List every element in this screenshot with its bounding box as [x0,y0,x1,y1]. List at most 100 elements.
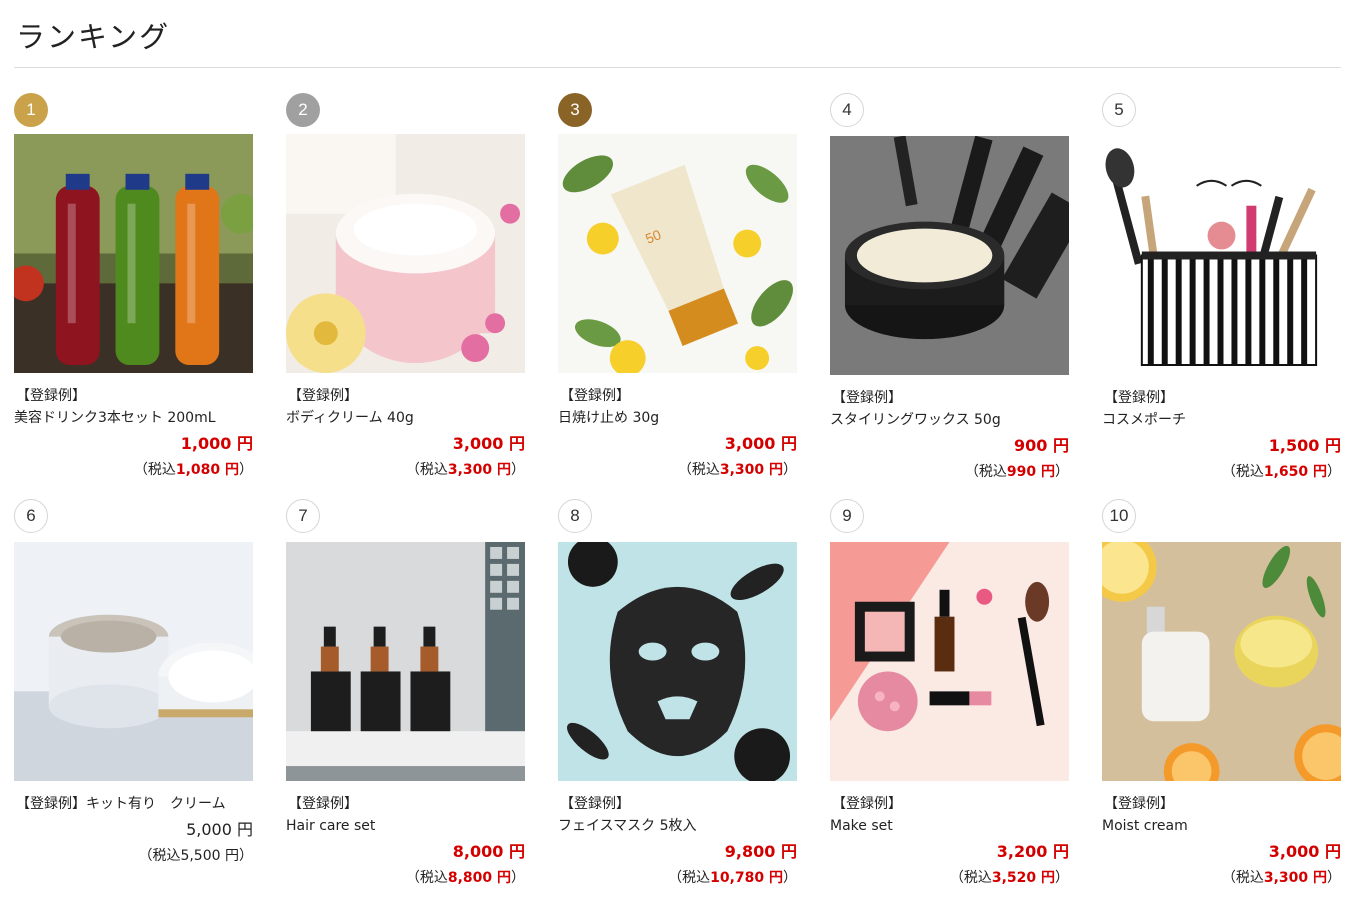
sunscreen-tube-image[interactable]: 50 [558,134,797,373]
tax-price-value: 3,520 [991,870,1037,886]
product-price: 9,800 円 [558,839,797,865]
price-value: 5,000 [186,820,232,839]
yen-unit: 円 [769,870,783,886]
registration-tag: 【登録例】 [560,796,630,812]
product-name[interactable]: スタイリングワックス 50g [830,409,1069,431]
product-name[interactable]: Moist cream [1102,815,1341,837]
tax-close: ） [239,848,253,864]
tax-open: （税込 [668,870,711,886]
tax-open: （税込 [964,464,1007,480]
tax-price-value: 1,080 [175,462,221,478]
price-value: 1,000 [180,434,232,453]
yen-unit: 円 [225,848,239,864]
tax-price-value: 3,300 [447,462,493,478]
registration-tag: 【登録例】 [832,390,902,406]
tax-close: ） [239,462,253,478]
yen-unit: 円 [1041,870,1055,886]
product-name[interactable]: ボディクリーム 40g [286,407,525,429]
price-value: 9,800 [724,842,776,861]
styling-wax-image[interactable] [830,136,1069,375]
tax-open: （税込 [405,462,448,478]
price-value: 3,200 [996,842,1048,861]
product-name[interactable]: Make set [830,815,1069,837]
yen-unit: 円 [1313,870,1327,886]
tax-included-price: （税込3,300 円） [286,457,525,483]
product-price: 8,000 円 [286,839,525,865]
body-cream-jar-image[interactable] [286,134,525,373]
cream-jars-image[interactable] [14,542,253,781]
product-name[interactable]: 美容ドリンク3本セット 200mL [14,407,253,429]
hair-care-bottles-image[interactable] [286,542,525,781]
yen-unit: 円 [1324,842,1341,861]
makeup-set-image[interactable] [830,542,1069,781]
tax-open: （税込 [1221,464,1264,480]
yen-unit: 円 [508,842,525,861]
rank-badge: 6 [14,499,48,533]
tax-close: ） [783,462,797,478]
product-price: 900 円 [830,433,1069,459]
tax-included-price: （税込5,500 円） [14,843,253,869]
yen-unit: 円 [497,870,511,886]
price-value: 900 [1014,436,1048,455]
rank-badge: 4 [830,93,864,127]
product-name[interactable]: 日焼け止め 30g [558,407,797,429]
tax-included-price: （税込3,300 円） [558,457,797,483]
tax-close: ） [1055,870,1069,886]
yen-unit: 円 [780,434,797,453]
tax-included-price: （税込1,650 円） [1102,459,1341,485]
face-mask-image[interactable] [558,542,797,781]
juice-bottles-image[interactable] [14,134,253,373]
tax-included-price: （税込990 円） [830,459,1069,485]
moist-cream-bottle-image[interactable] [1102,542,1341,781]
product-name[interactable]: フェイスマスク 5枚入 [558,815,797,837]
tax-close: ） [1055,464,1069,480]
product-price: 3,000 円 [558,431,797,457]
yen-unit: 円 [1041,464,1055,480]
product-price: 1,000 円 [14,431,253,457]
yen-unit: 円 [769,462,783,478]
title-divider [14,67,1341,68]
tax-price-value: 1,650 [1263,464,1309,480]
price-value: 8,000 [452,842,504,861]
registration-tag: 【登録例】 [288,388,358,404]
cosmetic-pouch-image[interactable] [1102,136,1341,375]
rank-badge: 10 [1102,499,1136,533]
price-value: 1,500 [1268,436,1320,455]
yen-unit: 円 [508,434,525,453]
yen-unit: 円 [497,462,511,478]
product-price: 3,200 円 [830,839,1069,865]
yen-unit: 円 [1313,464,1327,480]
tax-price-value: 3,300 [719,462,765,478]
page-title: ランキング [16,20,171,54]
rank-badge: 2 [286,93,320,127]
product-price: 3,000 円 [286,431,525,457]
tax-close: ） [511,462,525,478]
product-name: 【登録例】キット有り クリーム [16,796,226,812]
tax-included-price: （税込1,080 円） [14,457,253,483]
tax-open: （税込 [677,462,720,478]
tax-price-value: 8,800 [447,870,493,886]
registration-tag: 【登録例】 [1104,796,1174,812]
tax-close: ） [1327,464,1341,480]
tax-close: ） [511,870,525,886]
yen-unit: 円 [1324,436,1341,455]
tax-open: （税込 [1221,870,1264,886]
tax-price-value: 3,300 [1263,870,1309,886]
tax-price-value: 5,500 [180,848,221,864]
yen-unit: 円 [225,462,239,478]
product-name[interactable]: コスメポーチ [1102,409,1341,431]
product-name[interactable]: Hair care set [286,815,525,837]
yen-unit: 円 [1052,436,1069,455]
tax-included-price: （税込3,520 円） [830,865,1069,891]
rank-badge: 3 [558,93,592,127]
rank-badge: 1 [14,93,48,127]
tax-open: （税込 [949,870,992,886]
product-price: 3,000 円 [1102,839,1341,865]
registration-tag: 【登録例】 [560,388,630,404]
tax-included-price: （税込10,780 円） [558,865,797,891]
tax-close: ） [1327,870,1341,886]
rank-badge: 5 [1102,93,1136,127]
price-value: 3,000 [452,434,504,453]
price-value: 3,000 [1268,842,1320,861]
yen-unit: 円 [780,842,797,861]
